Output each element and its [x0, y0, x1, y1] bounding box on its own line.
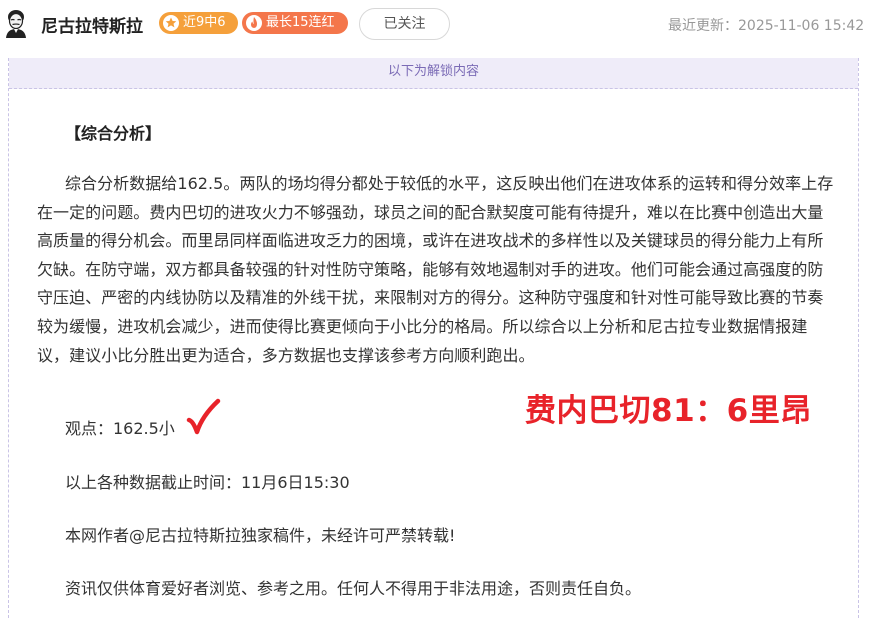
- recent-record-text: 近9中6: [183, 15, 226, 30]
- flame-icon: [246, 15, 262, 31]
- unlocked-content-panel: 以下为解锁内容 【综合分析】 综合分析数据给162.5。两队的场均得分都处于较低…: [8, 58, 859, 618]
- streak-badge: 最长15连红: [242, 12, 348, 34]
- verdict-text: 观点：162.5小: [65, 419, 175, 438]
- tesla-portrait-icon[interactable]: [3, 8, 29, 38]
- last-updated-time: 最近更新：2025-11-06 15:42: [668, 18, 865, 34]
- unlock-banner: 以下为解锁内容: [9, 58, 858, 89]
- final-score-stamp: 费内巴切81：6里昂: [525, 393, 812, 429]
- data-cutoff-time: 以上各种数据截止时间：11月6日15:30: [65, 473, 350, 492]
- streak-text: 最长15连红: [266, 15, 335, 30]
- analysis-paragraph: 综合分析数据给162.5。两队的场均得分都处于较低的水平，这反映出他们在进攻体系…: [37, 174, 834, 365]
- author-name[interactable]: 尼古拉特斯拉: [41, 12, 143, 37]
- star-icon: [163, 15, 179, 31]
- follow-button[interactable]: 已关注: [359, 8, 450, 40]
- author-header: 尼古拉特斯拉 近9中6 最长15连红 已关注 最近更新：2025-11-06 1…: [0, 0, 875, 48]
- copyright-notice: 本网作者@尼古拉特斯拉独家稿件，未经许可严禁转载!: [65, 526, 456, 545]
- disclaimer-notice: 资讯仅供体育爱好者浏览、参考之用。任何人不得用于非法用途，否则责任自负。: [65, 579, 642, 598]
- red-checkmark-icon: [185, 398, 221, 438]
- recent-record-badge: 近9中6: [159, 12, 238, 34]
- section-title: 【综合分析】: [65, 124, 162, 143]
